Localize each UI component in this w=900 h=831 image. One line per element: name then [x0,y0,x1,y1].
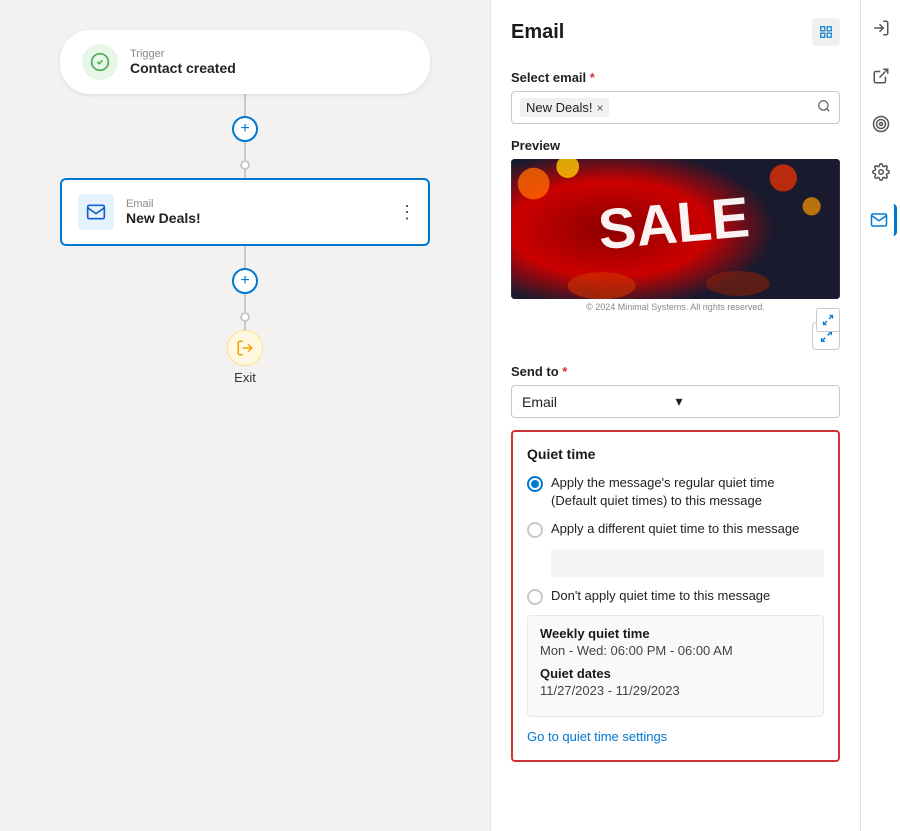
panel-body: Select email * New Deals! × Preview [491,56,860,831]
connector-line-6 [244,322,246,330]
send-to-value: Email [522,394,676,410]
preview-image: SALE [511,159,840,299]
quiet-dates-row: Quiet dates 11/27/2023 - 11/29/2023 [540,666,811,698]
required-star-1: * [590,70,595,85]
radio-default-text: Apply the message's regular quiet time(D… [551,474,775,510]
weekly-quiet-time-row: Weekly quiet time Mon - Wed: 06:00 PM - … [540,626,811,658]
email-node-more-button[interactable]: ⋮ [398,202,416,223]
quiet-time-option-none[interactable]: Don't apply quiet time to this message [527,587,824,605]
exit-node: Exit [227,330,263,385]
connector-line-5 [244,294,246,312]
required-star-2: * [562,364,567,379]
preview-section: Preview [511,138,840,312]
email-tag-close[interactable]: × [596,101,603,115]
dot-connector-2 [240,312,250,322]
login-icon[interactable] [865,12,897,44]
email-tag: New Deals! × [520,98,609,117]
email-settings-panel: Email Select email * New Deals! × [490,0,860,831]
add-step-button-2[interactable]: + [232,268,258,294]
email-node-name: New Deals! [126,210,201,226]
radio-different-text: Apply a different quiet time to this mes… [551,520,799,538]
radio-different[interactable] [527,522,543,538]
connector-line-2 [244,142,246,160]
send-to-dropdown[interactable]: Email ▾ [511,385,840,418]
target-icon[interactable] [865,108,897,140]
trigger-node[interactable]: Trigger Contact created [60,30,430,94]
quiet-info-box: Weekly quiet time Mon - Wed: 06:00 PM - … [527,615,824,717]
add-step-button-1[interactable]: + [232,116,258,142]
settings-icon[interactable] [865,156,897,188]
email-tag-value: New Deals! [526,100,592,115]
exit-label: Exit [234,370,256,385]
panel-expand-button[interactable] [812,18,840,46]
sale-banner: SALE [511,159,840,299]
email-node[interactable]: Email New Deals! ⋮ [60,178,430,246]
email-node-label: Email [126,198,201,210]
email-sidebar-icon[interactable] [865,204,897,236]
right-sidebar [860,0,900,831]
send-to-arrow-icon: ▾ [676,393,830,410]
quiet-time-title: Quiet time [527,446,824,462]
workflow-canvas: Trigger Contact created + Email New Deal… [0,0,490,831]
dates-label: Quiet dates [540,666,811,681]
weekly-label: Weekly quiet time [540,626,811,641]
dot-connector-1 [240,160,250,170]
weekly-value: Mon - Wed: 06:00 PM - 06:00 AM [540,643,811,658]
trigger-name: Contact created [130,60,236,76]
email-select-input[interactable]: New Deals! × [511,91,840,124]
panel-title: Email [511,21,564,44]
select-email-label: Select email * [511,70,840,85]
preview-wrapper: SALE © 2024 Minimal Systems. All rights … [511,159,840,312]
email-node-icon [78,194,114,230]
panel-header: Email [491,0,860,56]
preview-footer-text: © 2024 Minimal Systems. All rights reser… [511,302,840,312]
radio-none[interactable] [527,589,543,605]
email-search-icon[interactable] [817,99,831,116]
quiet-different-input [551,549,824,577]
connector-line-1 [244,94,246,116]
quiet-time-option-default[interactable]: Apply the message's regular quiet time(D… [527,474,824,510]
preview-expand-button[interactable] [816,308,840,332]
preview-label: Preview [511,138,840,153]
radio-default[interactable] [527,476,543,492]
quiet-time-section: Quiet time Apply the message's regular q… [511,430,840,762]
go-to-quiet-time-link[interactable]: Go to quiet time settings [527,729,667,744]
trigger-icon [82,44,118,80]
connector-line-3 [244,170,246,178]
connector-line-4 [244,246,246,268]
exit-icon [227,330,263,366]
radio-none-text: Don't apply quiet time to this message [551,587,770,605]
share-icon[interactable] [865,60,897,92]
dates-value: 11/27/2023 - 11/29/2023 [540,683,811,698]
svg-text:SALE: SALE [596,186,752,262]
trigger-label: Trigger [130,48,236,60]
send-to-label: Send to * [511,364,840,379]
quiet-time-option-different[interactable]: Apply a different quiet time to this mes… [527,520,824,538]
